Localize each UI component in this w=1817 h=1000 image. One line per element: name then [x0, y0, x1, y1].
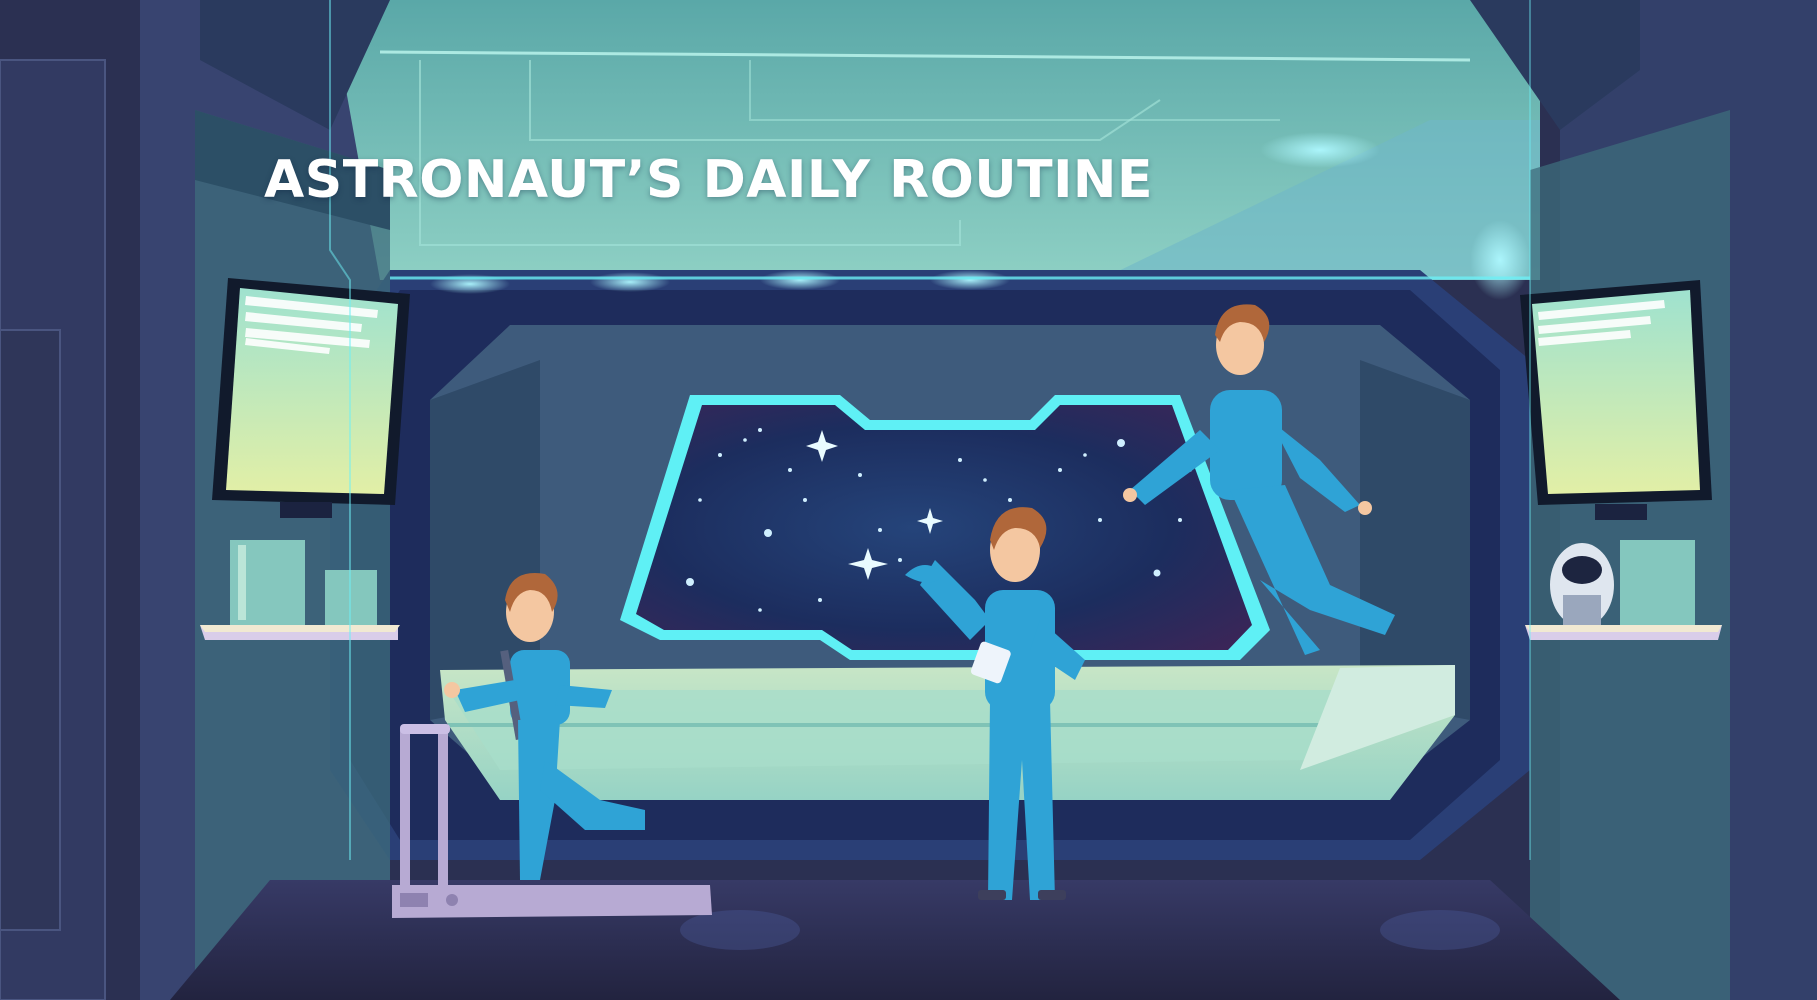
robot-pod-icon [1550, 543, 1614, 627]
monitor-right-icon [1520, 280, 1712, 520]
space-station-scene: ASTRONAUT’S DAILY ROUTINE [0, 0, 1817, 1000]
page-title: ASTRONAUT’S DAILY ROUTINE [264, 150, 1153, 210]
monitor-left-icon [212, 278, 410, 518]
